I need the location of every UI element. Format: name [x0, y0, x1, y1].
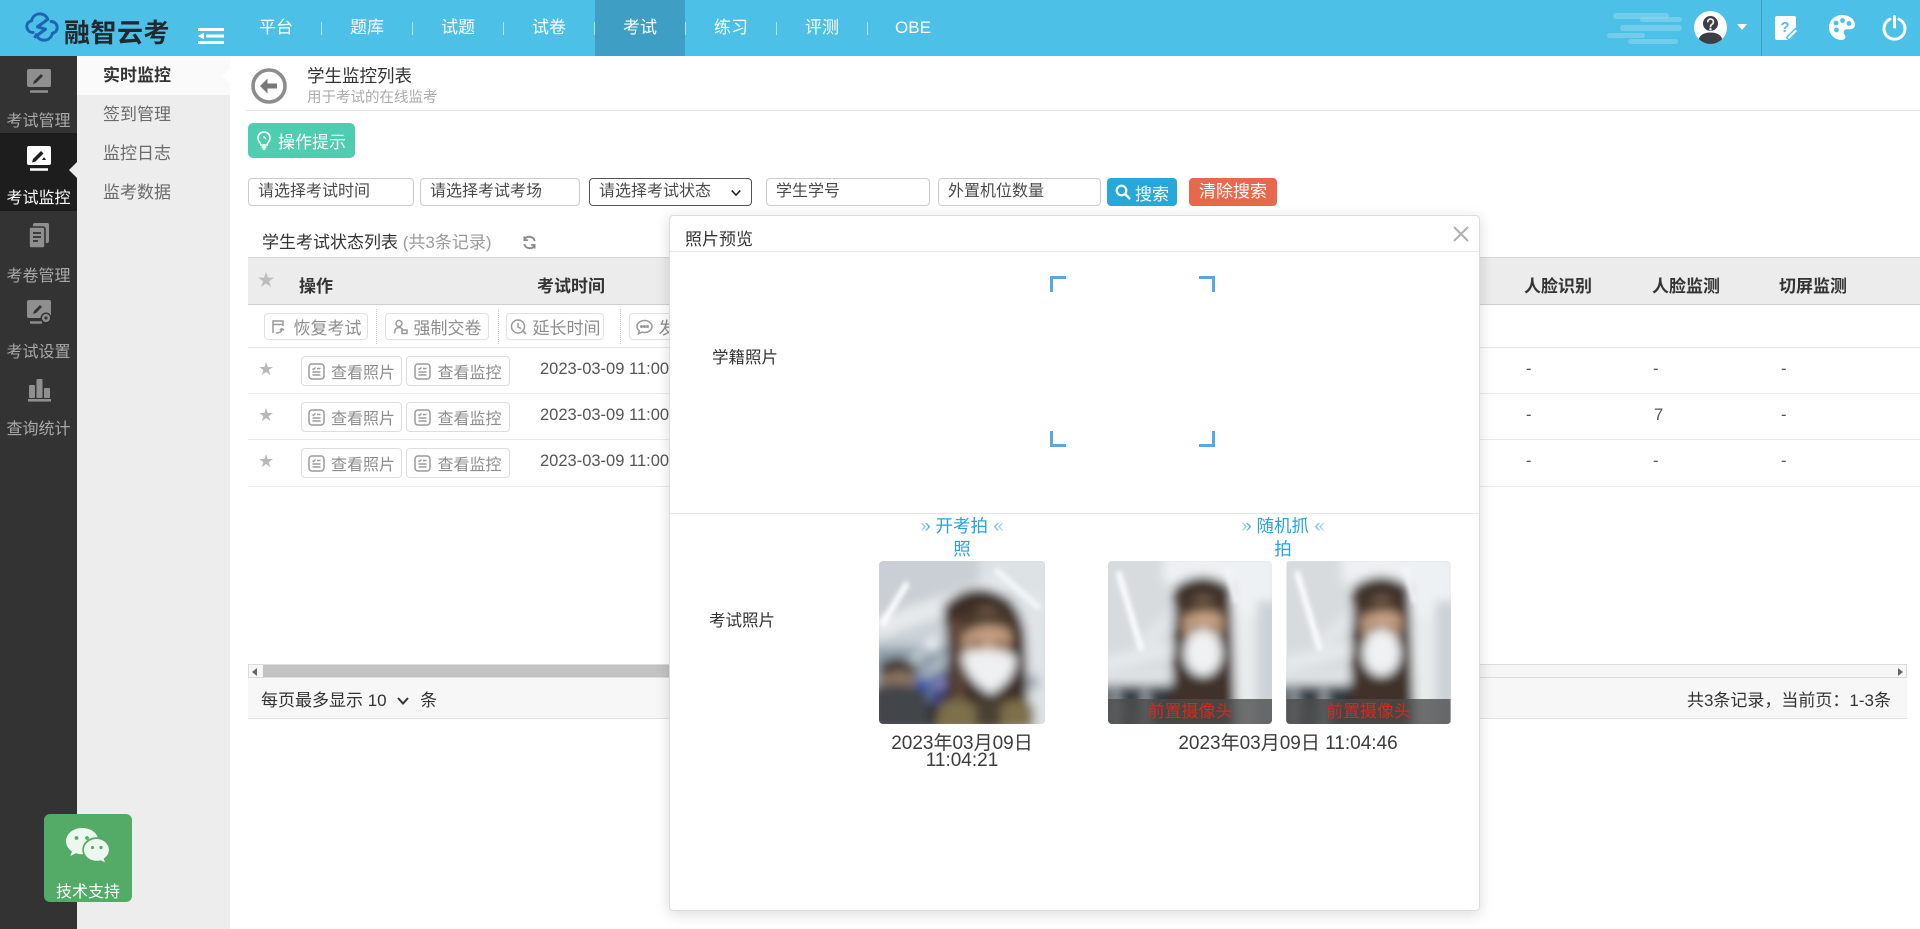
- svg-text:?: ?: [1780, 19, 1789, 36]
- svg-text:前置摄像头: 前置摄像头: [1326, 702, 1411, 721]
- svg-text:前置摄像头: 前置摄像头: [1148, 702, 1233, 721]
